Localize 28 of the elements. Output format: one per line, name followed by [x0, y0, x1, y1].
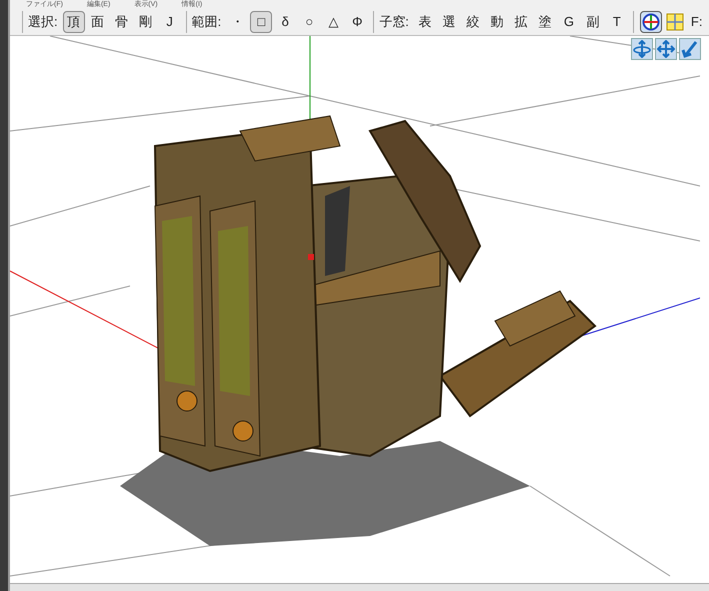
- toolbar-button[interactable]: △: [322, 10, 344, 32]
- crosshair-circle-button[interactable]: [640, 10, 662, 32]
- toolbar-label: 範囲:: [192, 12, 222, 31]
- toolbar-button[interactable]: 選: [438, 10, 460, 32]
- toolbar-button[interactable]: 拡: [510, 10, 532, 32]
- toolbar-button[interactable]: 骨: [110, 10, 133, 32]
- toolbar-button[interactable]: 剛: [134, 10, 157, 32]
- toolbar-button[interactable]: □: [250, 10, 272, 32]
- toolbar-button[interactable]: 表: [414, 10, 436, 32]
- toolbar-label: 子窓:: [379, 12, 409, 31]
- toolbar-button[interactable]: Φ: [346, 10, 368, 32]
- toolbar-label: 選択:: [28, 12, 58, 31]
- toolbar-button[interactable]: 塗: [534, 10, 556, 32]
- toolbar-button[interactable]: ・: [226, 10, 248, 32]
- toolbar-label: F:: [690, 12, 702, 31]
- toolbar-button[interactable]: 副: [582, 10, 604, 32]
- toolbar-button[interactable]: 頂: [62, 10, 85, 32]
- rotate-arrows-icon[interactable]: [631, 38, 653, 60]
- toolbar-button[interactable]: G: [558, 10, 580, 32]
- toolbar-button[interactable]: J: [158, 10, 181, 32]
- toolbar-button[interactable]: T: [606, 10, 628, 32]
- toolbar-button[interactable]: ○: [298, 10, 320, 32]
- toolbar-button[interactable]: 動: [486, 10, 508, 32]
- move-arrows-icon[interactable]: [655, 38, 677, 60]
- four-pane-button[interactable]: [664, 10, 686, 32]
- toolbar-button[interactable]: 絞: [462, 10, 484, 32]
- toolbar-button[interactable]: 面: [86, 10, 109, 32]
- toolbar-button[interactable]: δ: [274, 10, 296, 32]
